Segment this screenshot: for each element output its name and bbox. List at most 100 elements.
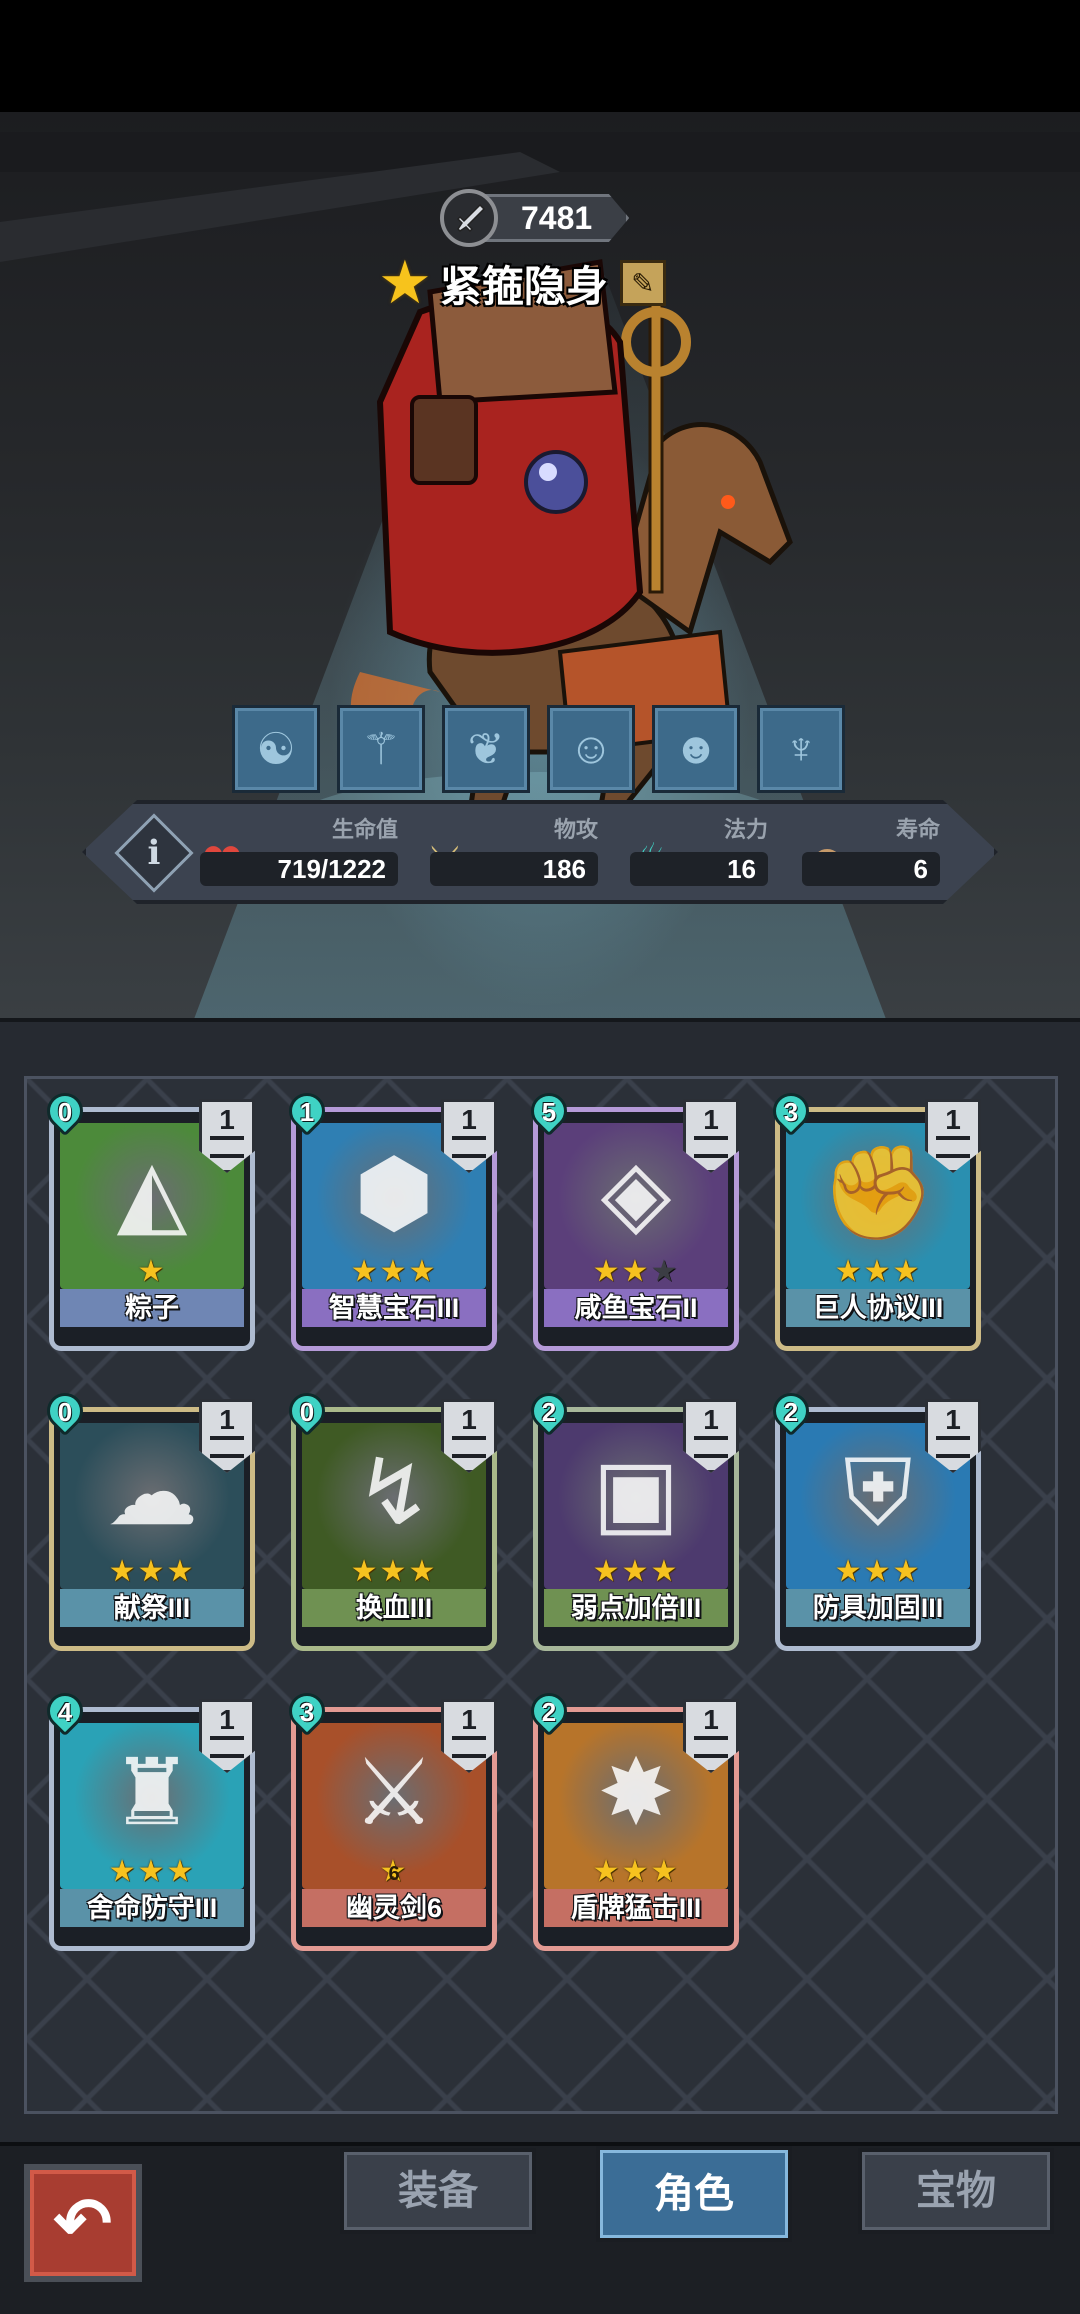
layers-icon xyxy=(210,1736,244,1758)
mana-cost-value: 0 xyxy=(57,1397,73,1427)
combat-power-badge: 7481 xyxy=(440,188,640,248)
star-icon: ★ xyxy=(621,1855,651,1888)
stat-lifespan: ☻ 寿命 6 xyxy=(802,812,940,892)
card-5[interactable]: ☁ ★★★ 献祭III 0 1 xyxy=(39,1385,259,1651)
card-11[interactable]: ✸ ★★★ 盾牌猛击III 2 1 xyxy=(523,1685,743,1951)
star-icon: ★ xyxy=(621,1255,651,1288)
edit-name-icon[interactable]: ✎ xyxy=(619,260,666,306)
card-stars: ★★★ xyxy=(302,1555,486,1589)
card-10[interactable]: ⚔ ★ 6 幽灵剑6 3 1 xyxy=(281,1685,501,1951)
mana-cost-value: 2 xyxy=(541,1697,557,1727)
mana-cost-badge: 2 xyxy=(765,1385,817,1443)
star-icon: ★ xyxy=(863,1555,893,1588)
mana-cost-value: 3 xyxy=(299,1697,315,1727)
card-name: 巨人协议III xyxy=(786,1289,970,1327)
star-icon: ★ xyxy=(650,1555,680,1588)
card-name: 幽灵剑6 xyxy=(302,1889,486,1927)
star-icon: ★ xyxy=(379,1255,409,1288)
tab-equipment[interactable]: 装备 xyxy=(340,2148,536,2234)
sword-icon xyxy=(440,189,498,247)
card-9[interactable]: ♜ ★★★ 舍命防守III 4 1 xyxy=(39,1685,259,1951)
mana-cost-badge: 0 xyxy=(281,1385,333,1443)
mana-cost-badge: 0 xyxy=(39,1385,91,1443)
skill-slot-pumpkin[interactable]: ☻ xyxy=(652,705,740,793)
card-2[interactable]: ⬢ ★★★ 智慧宝石III 1 1 xyxy=(281,1085,501,1351)
stat-hp-label: 生命值 xyxy=(331,817,398,842)
tab-character[interactable]: 角色 xyxy=(596,2146,792,2242)
card-8[interactable]: ⛨ ★★★ 防具加固III 2 1 xyxy=(765,1385,985,1651)
card-count-value: 1 xyxy=(945,1104,961,1135)
mana-cost-badge: 4 xyxy=(39,1685,91,1743)
skill-slot-herb[interactable]: ❦ xyxy=(442,705,530,793)
layers-icon xyxy=(694,1436,728,1458)
card-stars: ★★★ xyxy=(302,1255,486,1289)
card-1[interactable]: ◭ ★ 粽子 0 1 xyxy=(39,1085,259,1351)
card-stars: ★ 6 xyxy=(302,1855,486,1889)
card-stars: ★★★ xyxy=(786,1255,970,1289)
card-count-value: 1 xyxy=(219,1104,235,1135)
star-icon: ★ xyxy=(108,1855,138,1888)
stat-hp-value: 719/1222 xyxy=(200,852,398,886)
skill-slot-muscle[interactable]: ♆ xyxy=(757,705,845,793)
card-4[interactable]: ✊ ★★★ 巨人协议III 3 1 xyxy=(765,1085,985,1351)
star-icon: ★ xyxy=(650,1855,680,1888)
card-3[interactable]: ◈ ★★★ 咸鱼宝石II 5 1 xyxy=(523,1085,743,1351)
stat-attack-label: 物攻 xyxy=(553,817,598,842)
status-bar xyxy=(0,0,1080,112)
mana-cost-badge: 0 xyxy=(39,1085,91,1143)
stat-lifespan-value: 6 xyxy=(802,852,940,886)
star-icon: ★ xyxy=(166,1855,196,1888)
star-icon: ★ xyxy=(108,1555,138,1588)
star-icon: ★ xyxy=(892,1255,922,1288)
skill-slot-meditate[interactable]: ☯ xyxy=(232,705,320,793)
card-name: 献祭III xyxy=(60,1589,244,1627)
hero-name-row: ★ 紧箍隐身 ✎ xyxy=(378,248,666,318)
card-grid: ◭ ★ 粽子 0 1 ⬢ ★★★ 智慧宝石III 1 1 ◈ ★★★ 咸鱼宝石II 5 1 ✊ ★★★ 巨人协议I… xyxy=(24,1076,1058,2114)
tab-treasure[interactable]: 宝物 xyxy=(858,2148,1054,2234)
card-name: 咸鱼宝石II xyxy=(544,1289,728,1327)
back-arrow-icon: ↶ xyxy=(53,2184,113,2262)
card-count-value: 1 xyxy=(219,1404,235,1435)
stat-mana: ♨ 法力 16 xyxy=(630,812,768,892)
mana-cost-badge: 2 xyxy=(523,1685,575,1743)
star-icon: ★ xyxy=(892,1555,922,1588)
layers-icon xyxy=(694,1136,728,1158)
mana-cost-badge: 3 xyxy=(281,1685,333,1743)
card-stars: ★★★ xyxy=(544,1855,728,1889)
card-count-value: 1 xyxy=(219,1704,235,1735)
stat-mana-label: 法力 xyxy=(723,817,768,842)
layers-icon xyxy=(452,1436,486,1458)
card-7[interactable]: ▣ ★★★ 弱点加倍III 2 1 xyxy=(523,1385,743,1651)
mana-cost-value: 3 xyxy=(783,1097,799,1127)
card-name: 弱点加倍III xyxy=(544,1589,728,1627)
card-count-value: 1 xyxy=(703,1404,719,1435)
star-icon: ★ xyxy=(592,1855,622,1888)
star-icon: ★ xyxy=(350,1555,380,1588)
mana-cost-value: 2 xyxy=(541,1397,557,1427)
card-name: 智慧宝石III xyxy=(302,1289,486,1327)
card-stars: ★★★ xyxy=(786,1555,970,1589)
star-icon: ★ xyxy=(650,1255,680,1288)
layers-icon xyxy=(210,1436,244,1458)
mana-cost-badge: 3 xyxy=(765,1085,817,1143)
star-icon: ★ xyxy=(379,1555,409,1588)
card-name: 防具加固III xyxy=(786,1589,970,1627)
layers-icon xyxy=(936,1136,970,1158)
card-stars: ★★★ xyxy=(544,1555,728,1589)
meditate-icon: ☯ xyxy=(256,724,296,774)
card-6[interactable]: ↯ ★★★ 换血III 0 1 xyxy=(281,1385,501,1651)
card-stars: ★ xyxy=(60,1255,244,1289)
stat-mana-value: 16 xyxy=(630,852,768,886)
skill-slot-staff[interactable]: ⚚ xyxy=(337,705,425,793)
star-level-label: 6 xyxy=(388,1863,400,1885)
layers-icon xyxy=(452,1136,486,1158)
mana-cost-badge: 5 xyxy=(523,1085,575,1143)
skill-slot-monk[interactable]: ☺ xyxy=(547,705,635,793)
card-count-value: 1 xyxy=(945,1404,961,1435)
back-button[interactable]: ↶ xyxy=(24,2164,142,2282)
card-count-value: 1 xyxy=(703,1704,719,1735)
card-count-value: 1 xyxy=(461,1104,477,1135)
star-icon: ★ xyxy=(137,1255,167,1288)
layers-icon xyxy=(936,1436,970,1458)
star-icon: ★ xyxy=(863,1255,893,1288)
